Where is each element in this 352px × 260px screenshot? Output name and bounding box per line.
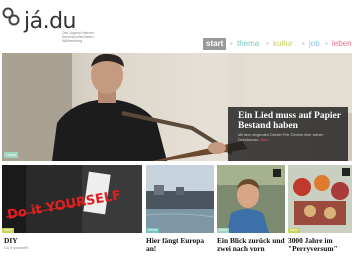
teaser-image (288, 165, 352, 233)
teaser-title[interactable]: Ein Blick zurück und zwei nach vorn (217, 237, 285, 253)
teaser-tag: kultur (2, 228, 15, 233)
brand-tagline: Das Jugend-Internet-Serviceportal Baden-… (62, 31, 95, 43)
nav-separator: • (302, 39, 305, 48)
logo-icon[interactable] (2, 6, 20, 28)
teaser-grid: Do it YOURSELF kultur DIY Do it yourself… (0, 165, 352, 260)
hero-description: Mit dem singenden Dichter Petr Čechek üb… (238, 133, 338, 142)
teaser-image: Do it YOURSELF (2, 165, 142, 233)
hero-teaser[interactable]: Ein Lied muss auf Papier Bestand haben M… (2, 53, 352, 161)
nav-item-leben[interactable]: leben (332, 38, 352, 50)
teaser-subtitle: Do it yourself! (4, 245, 29, 250)
hero-more-link[interactable]: Mehr (260, 138, 268, 142)
hero-title[interactable]: Ein Lied muss auf Papier Bestand haben (238, 111, 350, 131)
header: já.du Das Jugend-Internet-Serviceportal … (0, 0, 352, 50)
teaser-title[interactable]: DIY (4, 237, 140, 245)
teaser-title[interactable]: Hier fängt Europa an! (146, 237, 214, 253)
nav-item-kultur[interactable]: kultur (273, 38, 293, 50)
nav-item-thema[interactable]: thema (237, 38, 259, 50)
hero-category-tag: Leben (4, 152, 18, 158)
nav-separator: • (230, 39, 233, 48)
nav-item-start[interactable]: start (203, 38, 227, 50)
teaser-tag: leben (217, 228, 230, 233)
teaser-title[interactable]: 3000 Jahre im "Perryversum" (288, 237, 352, 253)
teaser-tag: kultur (288, 228, 301, 233)
teaser-tag: thema (146, 228, 160, 233)
teaser-image (146, 165, 214, 233)
hero-description-text: Mit dem singenden Dichter Petr Čechek üb… (238, 133, 324, 142)
nav-separator: • (325, 39, 328, 48)
teaser-image (217, 165, 285, 233)
nav-item-job[interactable]: job (309, 38, 320, 50)
nav-separator: • (266, 39, 269, 48)
